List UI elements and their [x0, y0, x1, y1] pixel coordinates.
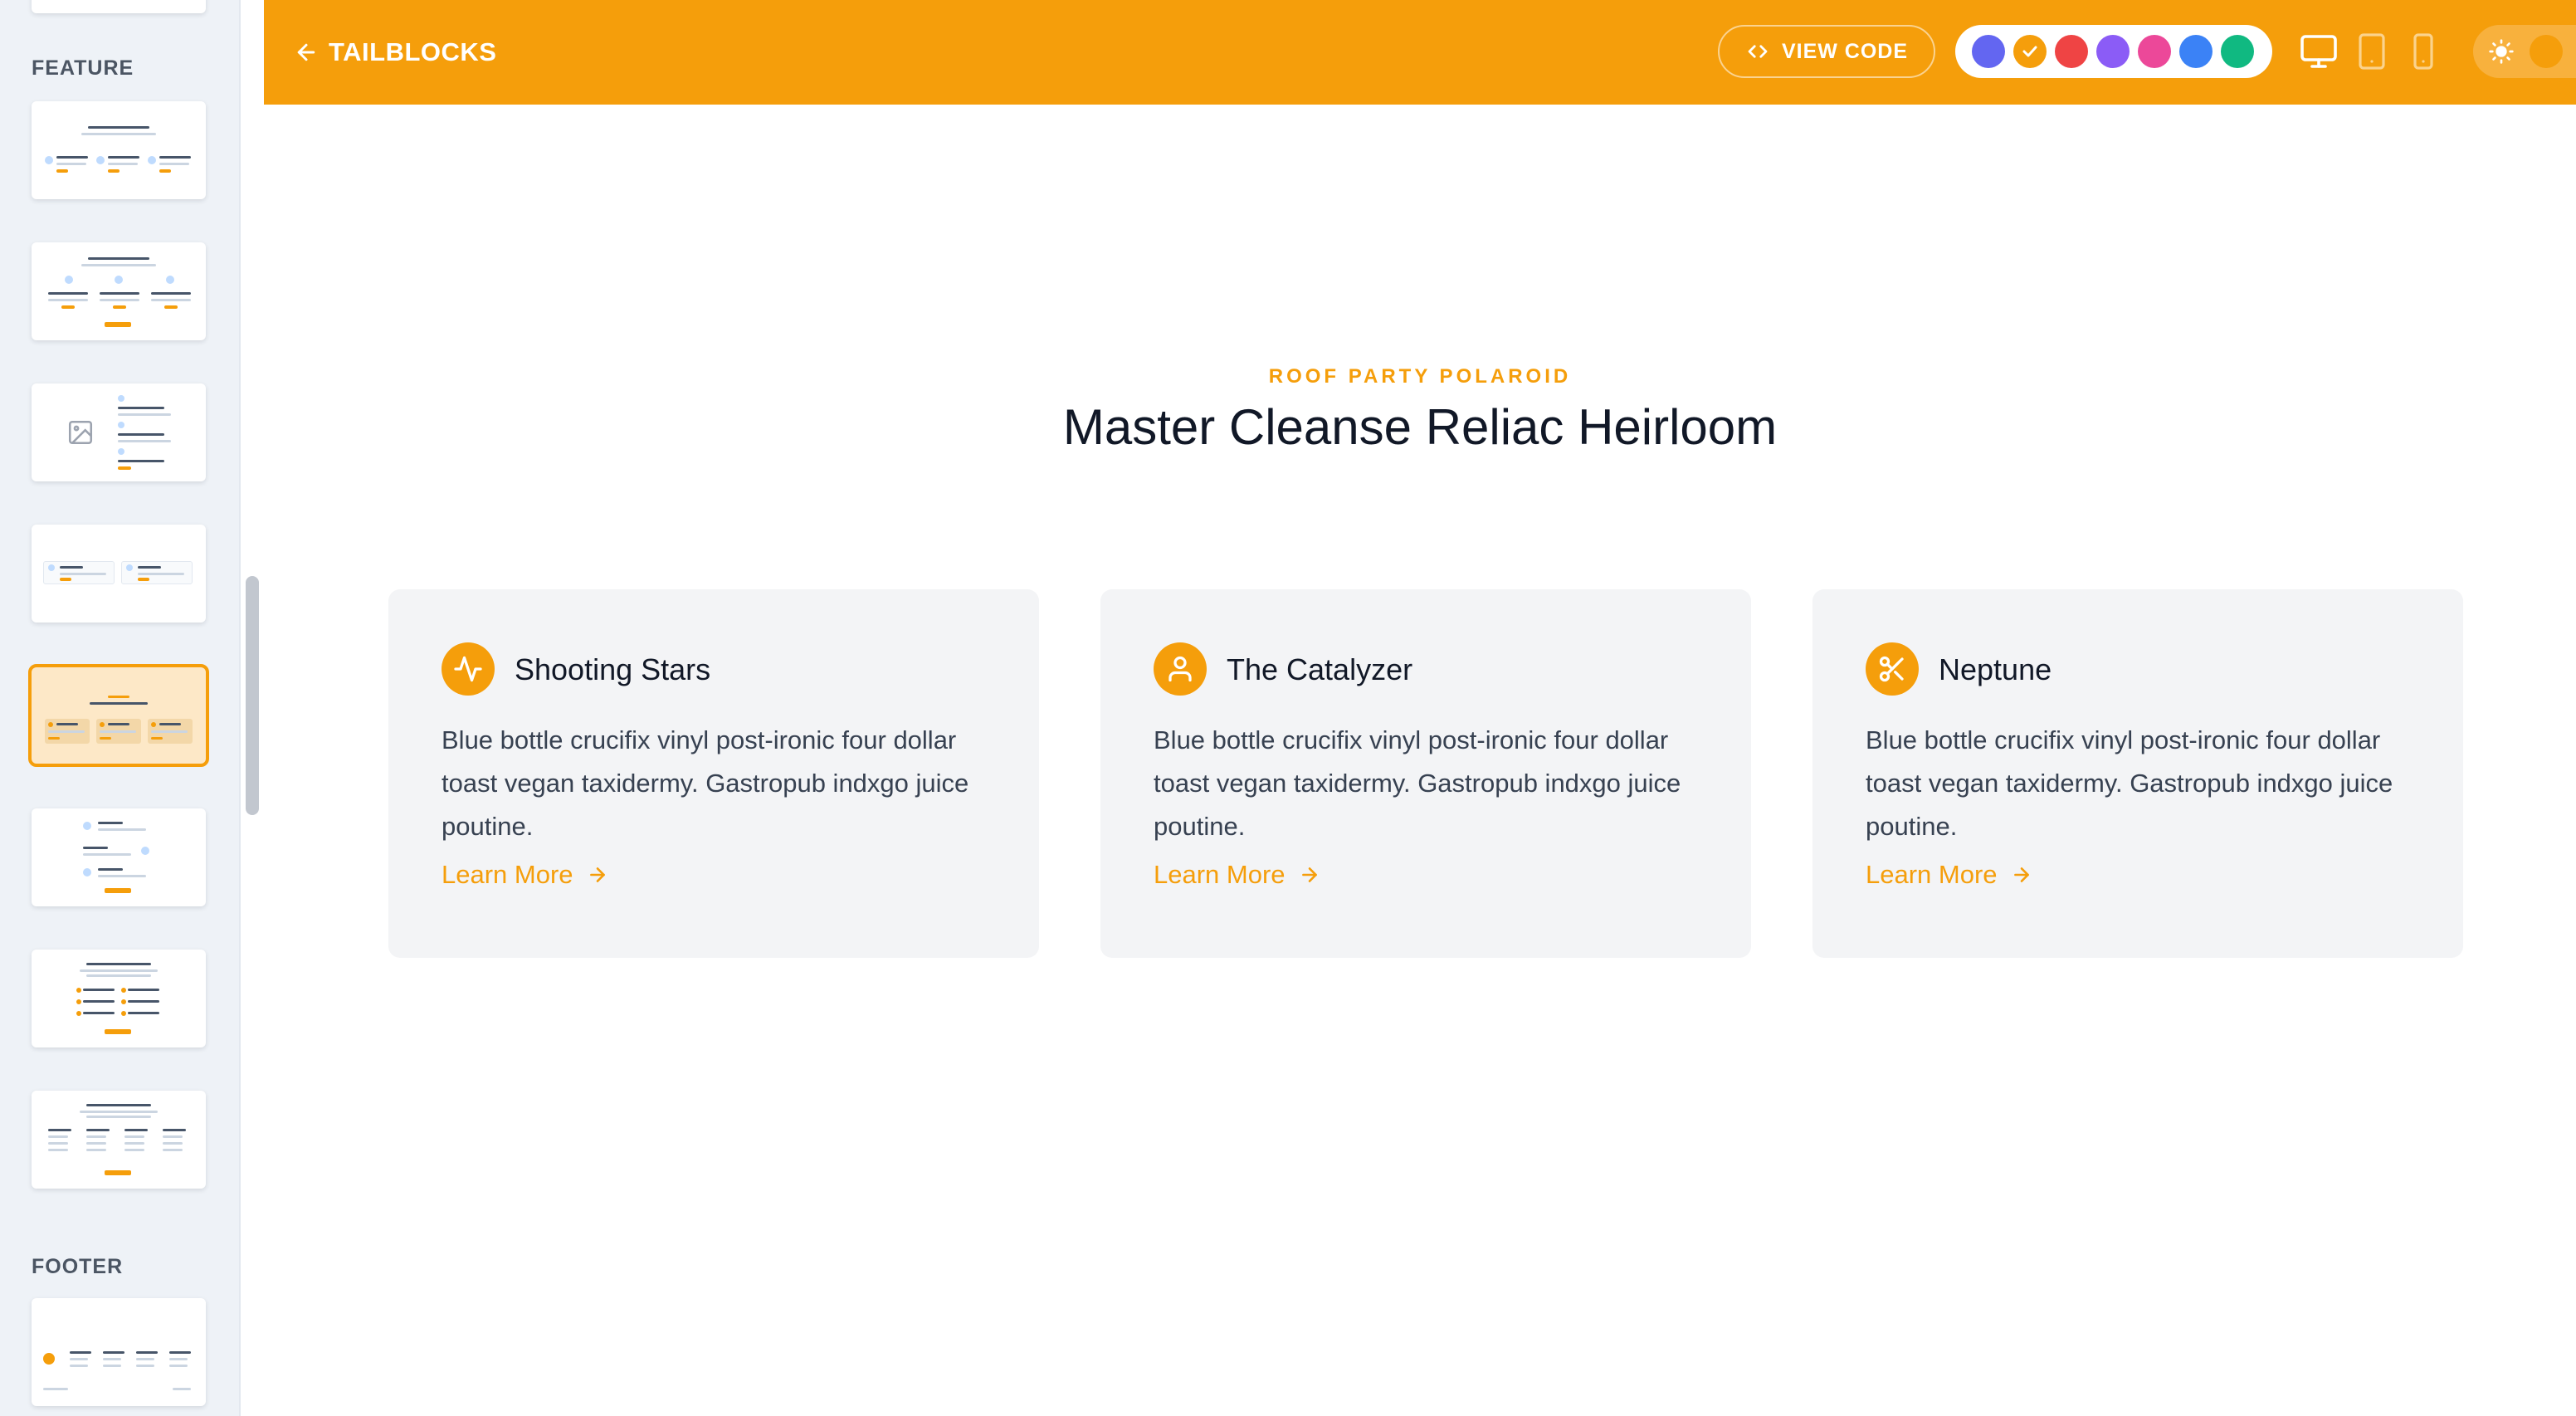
feature-thumbnail-5-selected[interactable]: [28, 664, 209, 767]
view-code-button[interactable]: VIEW CODE: [1718, 25, 1935, 78]
swatch-pink[interactable]: [2138, 35, 2171, 68]
theme-toggle[interactable]: [2473, 25, 2576, 78]
feature-thumbnail-8[interactable]: [32, 1091, 206, 1189]
feature-thumbnail-2[interactable]: [32, 242, 206, 340]
arrow-right-icon: [2013, 867, 2029, 882]
section-label-footer: FOOTER: [32, 1255, 124, 1278]
sun-icon: [2489, 39, 2514, 64]
feature-thumbnail-7[interactable]: [32, 950, 206, 1047]
tablet-icon[interactable]: [2352, 32, 2392, 71]
card-description: Blue bottle crucifix vinyl post-ironic f…: [1154, 725, 1681, 841]
section-title: Master Cleanse Reliac Heirloom: [1062, 399, 1778, 455]
block-sidebar: FEATURE FOOTER: [0, 0, 241, 1416]
image-placeholder-icon: [68, 420, 93, 445]
color-picker: [1955, 25, 2272, 78]
feature-card: The Catalyzer Blue bottle crucifix vinyl…: [1100, 589, 1751, 958]
toggle-knob: [2530, 35, 2563, 68]
desktop-icon[interactable]: [2299, 32, 2339, 71]
swatch-indigo[interactable]: [1972, 35, 2005, 68]
swatch-purple[interactable]: [2096, 35, 2130, 68]
section-label-feature: FEATURE: [32, 56, 134, 80]
learn-more-label: Learn More: [1154, 860, 1286, 889]
arrow-right-icon: [1301, 867, 1317, 882]
back-link[interactable]: TAILBLOCKS: [294, 33, 496, 71]
swatch-red[interactable]: [2055, 35, 2088, 68]
feature-thumbnail-4[interactable]: [32, 525, 206, 623]
learn-more-link[interactable]: Learn More: [1866, 860, 2032, 890]
feature-thumbnail-1[interactable]: [32, 101, 206, 199]
feature-card: Neptune Blue bottle crucifix vinyl post-…: [1812, 589, 2463, 958]
card-title: Neptune: [1939, 652, 2052, 686]
check-icon: [2022, 46, 2037, 57]
feature-card: Shooting Stars Blue bottle crucifix viny…: [388, 589, 1039, 958]
swatch-blue[interactable]: [2179, 35, 2213, 68]
footer-thumbnail-1[interactable]: [32, 1298, 206, 1406]
preview-canvas: ROOF PARTY POLAROID Master Cleanse Relia…: [264, 105, 2576, 1416]
swatch-green[interactable]: [2221, 35, 2254, 68]
feature-thumbnail-6[interactable]: [32, 808, 206, 906]
learn-more-label: Learn More: [442, 860, 573, 889]
card-description: Blue bottle crucifix vinyl post-ironic f…: [442, 725, 969, 841]
back-link-label: TAILBLOCKS: [329, 37, 497, 66]
card-title: The Catalyzer: [1227, 652, 1413, 686]
arrow-left-icon: [297, 43, 315, 61]
swatch-yellow-selected[interactable]: [2013, 35, 2047, 68]
feature-thumbnail-3[interactable]: [32, 383, 206, 481]
arrow-right-icon: [589, 867, 605, 882]
card-description: Blue bottle crucifix vinyl post-ironic f…: [1866, 725, 2393, 841]
learn-more-label: Learn More: [1866, 860, 1998, 889]
view-code-label: VIEW CODE: [1781, 39, 1909, 63]
top-bar: TAILBLOCKS VIEW CODE: [264, 0, 2576, 105]
user-icon: [1154, 642, 1207, 696]
learn-more-link[interactable]: Learn More: [442, 860, 608, 890]
block-thumbnail[interactable]: [32, 0, 206, 13]
pulse-icon: [442, 642, 495, 696]
learn-more-link[interactable]: Learn More: [1154, 860, 1320, 890]
scissors-icon: [1866, 642, 1919, 696]
sidebar-scrollbar[interactable]: [246, 576, 259, 815]
phone-icon[interactable]: [2403, 32, 2443, 71]
card-title: Shooting Stars: [515, 652, 711, 686]
section-eyebrow: ROOF PARTY POLAROID: [1268, 365, 1572, 388]
code-icon: [1748, 45, 1768, 58]
